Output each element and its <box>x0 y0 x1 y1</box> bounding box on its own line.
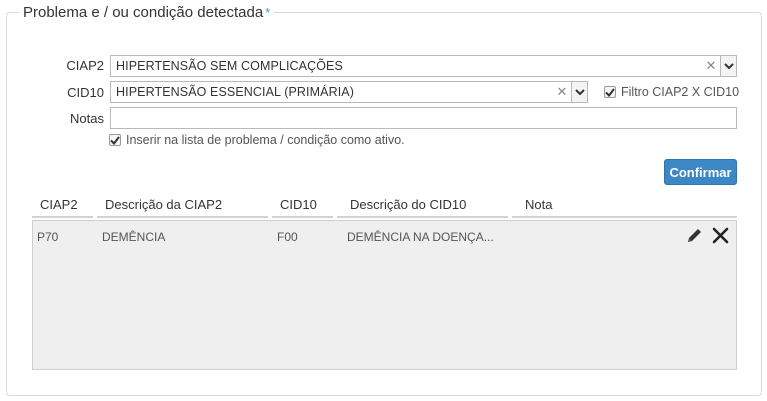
ciap2-dropdown-button[interactable] <box>720 56 736 76</box>
cell-cid10: F00 <box>277 230 298 244</box>
chevron-down-icon <box>723 62 734 69</box>
cell-ciap2: P70 <box>37 230 59 244</box>
header-underline <box>97 216 268 218</box>
cid10-dropdown-button[interactable] <box>571 82 587 102</box>
active-checkbox[interactable] <box>109 134 121 146</box>
cid10-value: HIPERTENSÃO ESSENCIAL (PRIMÁRIA) <box>116 85 354 99</box>
checkmark-icon <box>110 135 120 145</box>
ciap2-label: CIAP2 <box>66 58 104 73</box>
cell-desc-cid10: DEMÊNCIA NA DOENÇA... <box>347 230 494 244</box>
column-header-ciap2[interactable]: CIAP2 <box>40 197 78 212</box>
header-underline <box>272 216 333 218</box>
filter-checkbox-label: Filtro CIAP2 X CID10 <box>621 85 740 99</box>
chevron-down-icon <box>574 88 585 95</box>
table-row[interactable]: P70 DEMÊNCIA F00 DEMÊNCIA NA DOENÇA... <box>33 221 736 253</box>
filter-checkbox[interactable] <box>604 86 616 98</box>
cid10-clear-icon[interactable]: ✕ <box>555 84 569 100</box>
cell-desc-ciap2: DEMÊNCIA <box>102 230 166 244</box>
section-title: Problema e / ou condição detectada * <box>19 4 275 21</box>
active-checkbox-label: Inserir na lista de problema / condição … <box>126 133 405 147</box>
column-header-desc-ciap2[interactable]: Descrição da CIAP2 <box>105 197 222 212</box>
column-header-cid10[interactable]: CID10 <box>280 197 317 212</box>
ciap2-clear-icon[interactable]: ✕ <box>704 58 718 74</box>
section-title-text: Problema e / ou condição detectada <box>23 4 264 21</box>
notes-input[interactable] <box>110 107 737 129</box>
confirm-button[interactable]: Confirmar <box>664 159 737 185</box>
problems-grid: P70 DEMÊNCIA F00 DEMÊNCIA NA DOENÇA... <box>32 220 737 370</box>
cid10-label: CID10 <box>67 85 104 100</box>
close-icon <box>712 227 729 244</box>
pencil-icon <box>688 229 701 242</box>
delete-button[interactable] <box>712 227 729 249</box>
checkmark-icon <box>605 87 615 97</box>
edit-button[interactable] <box>686 227 703 249</box>
header-underline <box>512 216 737 218</box>
notes-label: Notas <box>70 111 104 126</box>
header-underline <box>337 216 508 218</box>
cid10-combobox[interactable]: HIPERTENSÃO ESSENCIAL (PRIMÁRIA) ✕ <box>110 81 588 103</box>
required-marker: * <box>265 5 271 20</box>
ciap2-combobox[interactable]: HIPERTENSÃO SEM COMPLICAÇÕES ✕ <box>110 55 737 77</box>
ciap2-value: HIPERTENSÃO SEM COMPLICAÇÕES <box>116 59 343 73</box>
header-underline <box>32 216 93 218</box>
column-header-nota[interactable]: Nota <box>525 197 552 212</box>
column-header-desc-cid10[interactable]: Descrição do CID10 <box>350 197 466 212</box>
